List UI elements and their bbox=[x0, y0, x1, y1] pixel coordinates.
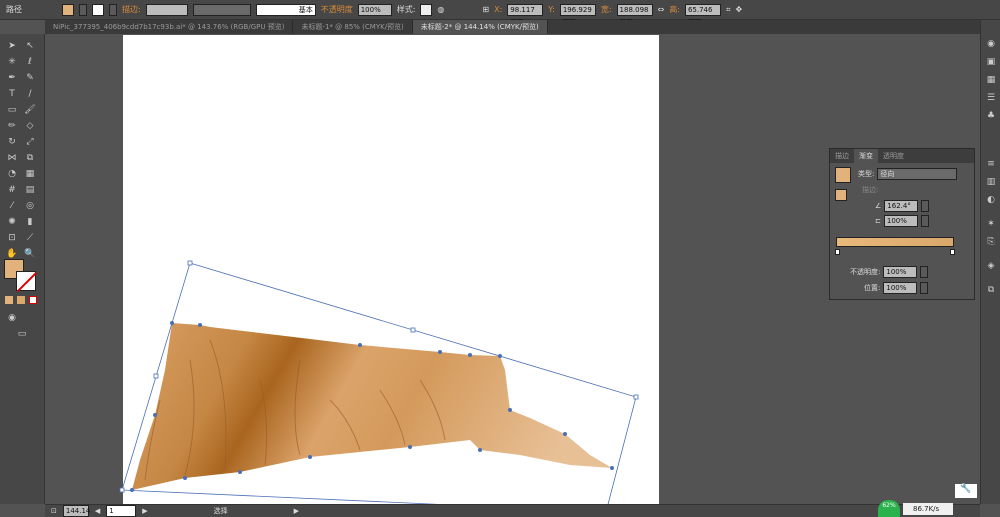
aspect-ratio-icon: ⊏ bbox=[875, 217, 881, 225]
fill-stroke-swatch[interactable] bbox=[835, 189, 847, 201]
gradient-stop-end[interactable] bbox=[950, 249, 955, 255]
tab-gradient[interactable]: 渐变 bbox=[854, 149, 878, 163]
stop-opacity-label: 不透明度: bbox=[850, 268, 881, 276]
gradient-panel-icon[interactable]: ▥ bbox=[985, 176, 997, 188]
angle-field[interactable]: 162.4° bbox=[884, 200, 919, 212]
wrench-icon[interactable]: 🔧 bbox=[955, 484, 977, 498]
artboards-icon[interactable]: ⧉ bbox=[985, 284, 997, 296]
angle-dropdown[interactable] bbox=[921, 200, 930, 212]
gradient-slider[interactable] bbox=[836, 237, 954, 247]
angle-icon: ∠ bbox=[875, 202, 882, 210]
artboard-nav-icon[interactable]: ⊡ bbox=[51, 507, 57, 515]
libraries-icon[interactable]: ▣ bbox=[985, 56, 997, 68]
gradient-stop-start[interactable] bbox=[835, 249, 840, 255]
network-speed: 86.7K/s bbox=[903, 503, 953, 515]
bark-shape[interactable] bbox=[132, 323, 612, 490]
appearance-icon[interactable]: ◉ bbox=[985, 38, 997, 50]
panel-dock: ◉ ▣ ▦ ☰ ♣ ≡ ▥ ◐ ✶ ⎘ ◈ ⧉ bbox=[980, 20, 1000, 504]
asset-export-icon[interactable]: ⎘ bbox=[985, 236, 997, 248]
prev-artboard-icon[interactable]: ◀ bbox=[95, 507, 100, 515]
stop-opacity-dropdown[interactable] bbox=[920, 266, 929, 278]
status-bar: ⊡ 144.14 ◀ 1 ▶ 选择 ▶ bbox=[45, 504, 980, 517]
stop-opacity-field[interactable]: 100% bbox=[883, 266, 918, 278]
page-field[interactable]: 1 bbox=[106, 505, 137, 517]
aspect-dropdown[interactable] bbox=[920, 215, 929, 227]
layers-icon[interactable]: ◈ bbox=[985, 260, 997, 272]
tab-transparency[interactable]: 透明度 bbox=[878, 149, 909, 163]
tab-stroke[interactable]: 描边 bbox=[830, 149, 854, 163]
type-label: 类型: bbox=[858, 170, 875, 178]
graphic-styles-icon[interactable]: ✶ bbox=[985, 218, 997, 230]
gradient-type-select[interactable]: 径向 bbox=[877, 168, 958, 180]
symbols-icon[interactable]: ♣ bbox=[985, 110, 997, 122]
brushes-icon[interactable]: ☰ bbox=[985, 92, 997, 104]
zoom-field[interactable]: 144.14 bbox=[62, 505, 90, 517]
next-artboard-icon[interactable]: ▶ bbox=[142, 507, 147, 515]
location-dropdown[interactable] bbox=[920, 282, 929, 294]
location-label: 位置: bbox=[864, 284, 881, 292]
network-widget-percent[interactable]: 62% bbox=[878, 500, 900, 517]
status-menu-icon[interactable]: ▶ bbox=[294, 507, 299, 515]
stroke-panel-icon[interactable]: ≡ bbox=[985, 158, 997, 170]
swatches-icon[interactable]: ▦ bbox=[985, 74, 997, 86]
aspect-ratio-field[interactable]: 100% bbox=[883, 215, 918, 227]
gradient-panel: 描边 渐变 透明度 类型: 径向 描边: ∠ 162.4° ⊏ 100% 不透明度:… bbox=[829, 148, 975, 300]
current-tool-label: 选择 bbox=[213, 507, 228, 515]
location-field[interactable]: 100% bbox=[883, 282, 918, 294]
transparency-icon[interactable]: ◐ bbox=[985, 194, 997, 206]
gradient-preview-swatch[interactable] bbox=[835, 167, 851, 183]
stroke-gradient-label: 描边: bbox=[862, 186, 879, 194]
